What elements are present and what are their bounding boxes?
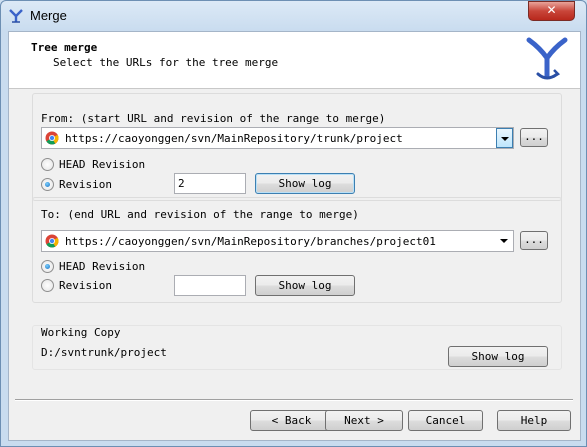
merge-dialog: Merge ✕ Tree merge Select the URLs for t… (0, 0, 587, 447)
close-button[interactable]: ✕ (528, 1, 575, 21)
to-revision-label[interactable]: Revision (59, 279, 112, 292)
to-group: To: (end URL and revision of the range t… (32, 197, 562, 303)
chrome-icon (45, 131, 59, 145)
back-button[interactable]: < Back (250, 410, 333, 431)
tortoisesvn-merge-logo (526, 37, 568, 80)
window-title: Merge (30, 8, 67, 23)
from-show-log-button[interactable]: Show log (255, 173, 355, 194)
to-head-revision-label[interactable]: HEAD Revision (59, 260, 145, 273)
wizard-header: Tree merge Select the URLs for the tree … (9, 32, 580, 89)
footer-separator (15, 399, 573, 401)
chevron-down-icon (500, 239, 508, 243)
page-subtitle: Select the URLs for the tree merge (53, 56, 279, 69)
from-url-combobox[interactable]: https://caoyonggen/svn/MainRepository/tr… (41, 127, 514, 149)
page-title: Tree merge (31, 41, 98, 54)
to-head-revision-radio[interactable] (41, 260, 54, 273)
chevron-down-icon (501, 137, 509, 141)
cancel-button[interactable]: Cancel (408, 410, 483, 431)
to-revision-input[interactable] (174, 275, 246, 296)
to-url-text: https://caoyonggen/svn/MainRepository/br… (65, 235, 436, 248)
from-browse-button[interactable]: ... (520, 128, 548, 147)
from-url-dropdown-button[interactable] (496, 128, 513, 148)
working-copy-group: Working Copy D:/svntrunk/project Show lo… (32, 325, 562, 370)
chrome-icon (45, 234, 59, 248)
to-revision-radio[interactable] (41, 279, 54, 292)
from-revision-input[interactable]: 2 (174, 173, 246, 194)
to-browse-button[interactable]: ... (520, 231, 548, 250)
from-head-revision-label[interactable]: HEAD Revision (59, 158, 145, 171)
help-button[interactable]: Help (497, 410, 571, 431)
to-show-log-button[interactable]: Show log (255, 275, 355, 296)
close-icon: ✕ (546, 3, 557, 17)
merge-icon (9, 9, 23, 23)
title-bar[interactable]: Merge ✕ (1, 1, 586, 31)
next-button[interactable]: Next > (325, 410, 403, 431)
working-copy-label: Working Copy (41, 326, 121, 339)
to-label: To: (end URL and revision of the range t… (41, 208, 359, 221)
from-label: From: (start URL and revision of the ran… (41, 112, 386, 125)
to-url-dropdown-button[interactable] (496, 231, 513, 251)
working-copy-show-log-button[interactable]: Show log (448, 346, 548, 367)
to-url-combobox[interactable]: https://caoyonggen/svn/MainRepository/br… (41, 230, 514, 252)
from-revision-radio[interactable] (41, 178, 54, 191)
from-url-text: https://caoyonggen/svn/MainRepository/tr… (65, 132, 403, 145)
dialog-body: Tree merge Select the URLs for the tree … (8, 31, 581, 441)
from-head-revision-radio[interactable] (41, 158, 54, 171)
from-revision-label[interactable]: Revision (59, 178, 112, 191)
from-group: From: (start URL and revision of the ran… (32, 93, 562, 201)
working-copy-path: D:/svntrunk/project (41, 346, 167, 359)
